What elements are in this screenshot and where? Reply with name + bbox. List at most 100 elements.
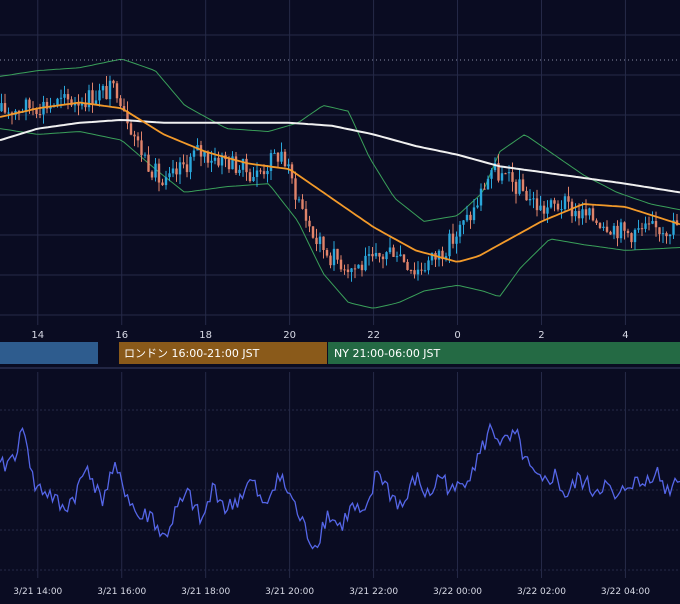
candle-body bbox=[399, 254, 402, 257]
candle-body bbox=[637, 228, 640, 230]
candle-body bbox=[294, 178, 297, 200]
candle-body bbox=[343, 269, 346, 271]
candle-body bbox=[392, 247, 395, 257]
candle-body bbox=[542, 205, 546, 214]
price-tick-label: 14 bbox=[31, 330, 44, 341]
candle-body bbox=[511, 172, 514, 182]
candle-body bbox=[150, 171, 154, 178]
candle-body bbox=[644, 223, 647, 229]
candle-body bbox=[535, 198, 539, 211]
candle-body bbox=[238, 169, 241, 173]
candle-body bbox=[3, 103, 7, 113]
candle-body bbox=[476, 205, 479, 208]
candle-body bbox=[469, 214, 472, 221]
candle-body bbox=[322, 236, 325, 251]
candle-body bbox=[602, 226, 605, 228]
candle-body bbox=[619, 222, 623, 239]
candle-body bbox=[283, 151, 287, 167]
candle-body bbox=[360, 264, 364, 271]
candle-body bbox=[472, 207, 476, 221]
candle-body bbox=[668, 234, 672, 237]
chart-svg[interactable]: 14 16 18 20 22 0 2 4 ロンドン 16:00-21:00 JST NY 21… bbox=[0, 0, 680, 600]
candle-body bbox=[217, 157, 220, 166]
candle-body bbox=[192, 150, 196, 157]
candle-body bbox=[38, 114, 42, 116]
candle-body bbox=[647, 223, 651, 225]
candle-body bbox=[406, 261, 409, 270]
candle-body bbox=[318, 236, 322, 245]
candle-body bbox=[633, 229, 637, 243]
candle-body bbox=[133, 134, 136, 137]
price-tick-label: 16 bbox=[115, 330, 128, 341]
price-tick-label: 22 bbox=[367, 330, 380, 341]
candle-body bbox=[626, 230, 630, 234]
candle-body bbox=[486, 178, 490, 190]
session-label-london: ロンドン 16:00-21:00 JST bbox=[124, 347, 260, 360]
candle-body bbox=[448, 233, 451, 257]
candle-body bbox=[630, 233, 633, 243]
candle-body bbox=[609, 231, 612, 235]
candle-body bbox=[28, 99, 31, 109]
candle-body bbox=[598, 223, 602, 228]
candle-body bbox=[129, 123, 133, 135]
candle-body bbox=[262, 171, 266, 175]
candle-body bbox=[560, 209, 563, 211]
candle-body bbox=[483, 188, 486, 190]
candle-body bbox=[140, 140, 143, 156]
candle-body bbox=[350, 268, 353, 273]
candle-body bbox=[605, 226, 609, 232]
candle-body bbox=[227, 159, 231, 170]
candle-body bbox=[339, 259, 343, 270]
candle-body bbox=[280, 151, 283, 162]
candle-body bbox=[640, 228, 644, 230]
candle-body bbox=[273, 152, 276, 154]
candle-body bbox=[528, 199, 532, 201]
candle-body bbox=[367, 254, 371, 256]
candle-body bbox=[252, 176, 255, 182]
trading-chart[interactable]: 14 16 18 20 22 0 2 4 ロンドン 16:00-21:00 JST NY 21… bbox=[0, 0, 680, 600]
candle-body bbox=[549, 200, 553, 208]
candle-body bbox=[539, 205, 542, 211]
candle-body bbox=[245, 158, 248, 173]
candle-body bbox=[329, 255, 332, 266]
candle-body bbox=[584, 209, 588, 216]
price-tick-label: 20 bbox=[283, 330, 296, 341]
candle-body bbox=[381, 256, 385, 260]
osc-tick-label: 3/22 02:00 bbox=[517, 587, 566, 597]
candle-body bbox=[325, 250, 329, 256]
candle-body bbox=[255, 170, 259, 177]
price-tick-label: 4 bbox=[622, 330, 628, 341]
candle-body bbox=[35, 109, 38, 115]
candle-body bbox=[66, 94, 70, 100]
candle-body bbox=[304, 208, 308, 221]
candle-body bbox=[308, 220, 311, 227]
candle-body bbox=[532, 198, 535, 200]
candle-body bbox=[136, 136, 140, 141]
candle-body bbox=[77, 103, 80, 106]
candle-body bbox=[371, 254, 374, 257]
candle-body bbox=[658, 227, 661, 235]
candle-body bbox=[59, 97, 63, 99]
candle-body bbox=[315, 237, 318, 245]
candle-body bbox=[168, 173, 171, 178]
candle-body bbox=[661, 233, 665, 235]
candle-body bbox=[525, 190, 528, 201]
osc-tick-label: 3/21 16:00 bbox=[97, 587, 146, 597]
candle-body bbox=[374, 252, 378, 257]
candle-body bbox=[175, 168, 178, 175]
candle-body bbox=[567, 196, 570, 202]
price-tick-label: 18 bbox=[199, 330, 212, 341]
price-tick-label: 0 bbox=[454, 330, 460, 341]
osc-tick-label: 3/22 04:00 bbox=[601, 587, 650, 597]
candle-body bbox=[465, 214, 469, 221]
candle-body bbox=[301, 199, 304, 209]
osc-tick-label: 3/21 14:00 bbox=[13, 587, 62, 597]
candle-body bbox=[241, 158, 245, 170]
candle-body bbox=[518, 179, 521, 194]
candle-body bbox=[357, 264, 360, 269]
candle-body bbox=[623, 222, 626, 231]
price-tick-label: 2 bbox=[538, 330, 544, 341]
candle-body bbox=[105, 85, 108, 100]
candle-body bbox=[574, 211, 577, 217]
candle-body bbox=[490, 170, 493, 179]
